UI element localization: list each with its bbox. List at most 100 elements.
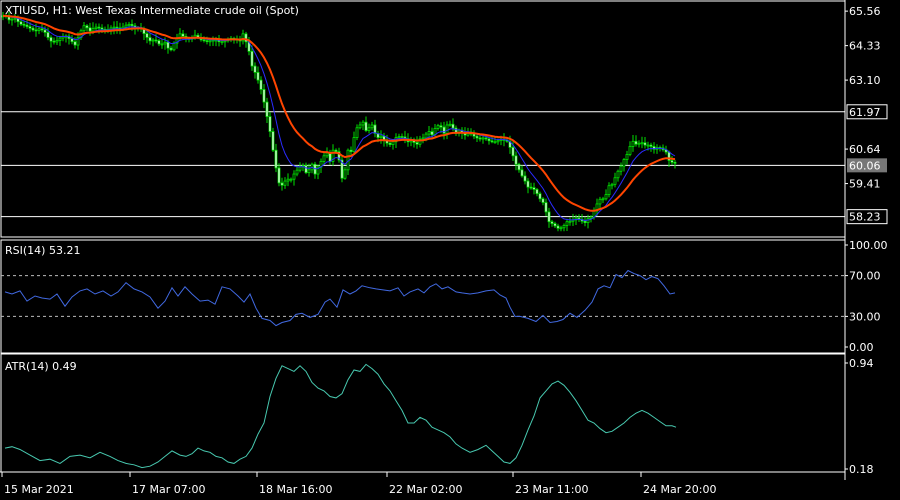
- candle-body: [559, 227, 563, 230]
- price-tick-label: 65.56: [849, 5, 881, 18]
- candle-body: [517, 163, 521, 171]
- candle-body: [529, 186, 533, 189]
- candle-body: [31, 27, 35, 31]
- candle-body: [583, 220, 587, 224]
- candle-body: [397, 136, 401, 138]
- candle-body: [52, 40, 56, 43]
- candle-body: [514, 155, 518, 165]
- candle-body: [352, 137, 356, 153]
- candle-body: [40, 28, 44, 31]
- rsi-tick-label: 100.00: [849, 239, 888, 252]
- candle-body: [304, 165, 308, 174]
- price-tick-label: 63.10: [849, 74, 881, 87]
- candle-body: [328, 152, 332, 162]
- candle-body: [145, 33, 149, 38]
- candle-body: [100, 27, 104, 30]
- candle-body: [439, 125, 443, 128]
- candle-body: [169, 47, 173, 51]
- candle-body: [115, 26, 119, 29]
- candle-body: [154, 39, 158, 42]
- candle-body: [322, 155, 326, 162]
- candle-body: [25, 24, 29, 27]
- candle-body: [589, 216, 593, 219]
- candle-body: [511, 146, 515, 157]
- candle-body: [283, 180, 287, 186]
- candle-body: [94, 26, 98, 29]
- candle-body: [325, 152, 329, 157]
- candle-body: [148, 37, 152, 42]
- candle-body: [445, 124, 449, 134]
- candle-body: [475, 135, 479, 139]
- candle-body: [640, 142, 644, 145]
- candle-body: [562, 225, 566, 229]
- candle-body: [634, 140, 638, 145]
- candle-body: [670, 160, 674, 163]
- candle-body: [598, 198, 602, 205]
- atr-label: ATR(14) 0.49: [5, 360, 77, 373]
- level-price-label: 58.23: [849, 211, 881, 224]
- pane-frame-1: [0, 239, 846, 354]
- candle-body: [520, 169, 524, 177]
- candle-body: [307, 169, 311, 174]
- candle-body: [625, 154, 629, 160]
- rsi-tick-label: 0.00: [849, 341, 874, 354]
- ma-slow-line: [3, 14, 676, 212]
- candle-body: [220, 41, 224, 44]
- candle-body: [271, 131, 275, 151]
- candle-body: [400, 136, 404, 138]
- candle-body: [298, 166, 302, 171]
- candle-body: [97, 26, 101, 29]
- candle-body: [172, 42, 176, 51]
- candle-body: [256, 71, 260, 81]
- candle-body: [619, 165, 623, 172]
- atr-line: [4, 363, 677, 469]
- candle-body: [391, 141, 395, 145]
- candle-body: [610, 183, 614, 187]
- candle-body: [568, 220, 572, 223]
- candle-body: [373, 124, 377, 134]
- candle-body: [451, 123, 455, 129]
- candle-body: [262, 89, 266, 103]
- candle-body: [10, 18, 14, 21]
- candle-body: [472, 133, 476, 137]
- price-tick-label: 60.64: [849, 143, 881, 156]
- candle-body: [55, 40, 59, 43]
- time-tick-label: 17 Mar 07:00: [132, 483, 205, 496]
- time-tick-label: 24 Mar 20:00: [643, 483, 716, 496]
- candle-body: [88, 27, 92, 32]
- candle-body: [253, 65, 257, 73]
- candle-body: [388, 142, 392, 145]
- candle-body: [250, 50, 254, 67]
- candle-body: [622, 159, 626, 167]
- candle-body: [556, 225, 560, 229]
- candle-body: [295, 169, 299, 175]
- candle-body: [37, 28, 41, 31]
- candle-body: [205, 40, 209, 42]
- candle-body: [265, 101, 269, 117]
- candle-body: [46, 32, 50, 38]
- candle-body: [343, 169, 347, 179]
- candle-body: [58, 37, 62, 41]
- candle-body: [82, 25, 86, 32]
- price-tick-label: 59.41: [849, 178, 881, 191]
- time-tick-label: 22 Mar 02:00: [389, 483, 462, 496]
- candle-body: [616, 170, 620, 179]
- candle-body: [613, 177, 617, 185]
- time-tick-label: 18 Mar 16:00: [259, 483, 332, 496]
- candle-body: [370, 124, 374, 129]
- candle-body: [202, 39, 206, 42]
- chart-title: XTIUSD, H1: West Texas Intermediate crud…: [5, 4, 299, 17]
- candle-body: [649, 144, 653, 147]
- atr-tick-label: 0.18: [849, 463, 874, 476]
- candle-body: [421, 137, 425, 140]
- candle-body: [13, 17, 17, 20]
- candle-body: [496, 139, 500, 143]
- candle-body: [361, 121, 365, 126]
- level-price-label: 61.97: [849, 106, 881, 119]
- candle-body: [565, 221, 569, 226]
- candle-body: [181, 33, 185, 37]
- candle-body: [292, 173, 296, 180]
- candle-body: [493, 141, 497, 144]
- candle-body: [151, 39, 155, 42]
- candle-body: [607, 185, 611, 195]
